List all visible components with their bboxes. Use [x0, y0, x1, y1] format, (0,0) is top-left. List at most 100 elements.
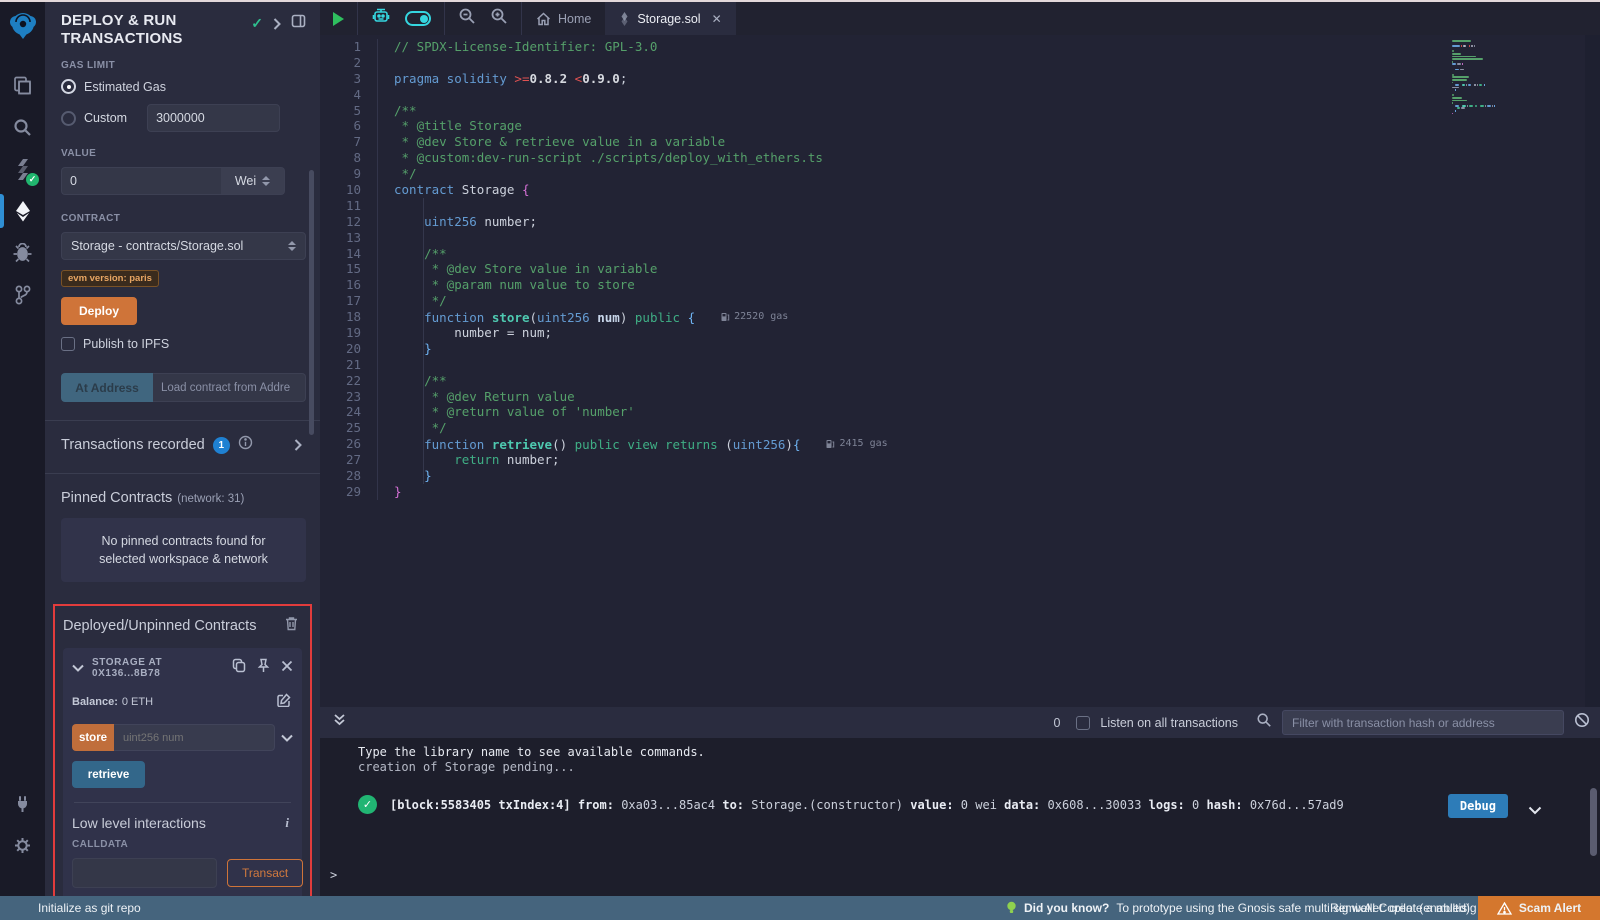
deploy-run-panel: DEPLOY & RUN TRANSACTIONS ✓ GAS LIMIT Es… — [45, 2, 320, 896]
code-line: 6 * @title Storage — [320, 118, 888, 134]
line-number: 13 — [320, 230, 377, 246]
line-number: 27 — [320, 452, 377, 468]
line-number: 6 — [320, 118, 377, 134]
deploy-and-run-icon[interactable] — [0, 190, 45, 232]
code-line: 21 — [320, 357, 888, 373]
value-input[interactable] — [61, 167, 221, 195]
close-instance-icon[interactable] — [281, 659, 293, 677]
debug-button[interactable]: Debug — [1448, 794, 1508, 818]
deploy-button[interactable]: Deploy — [61, 297, 137, 325]
store-arg-input[interactable] — [114, 724, 275, 751]
line-number: 9 — [320, 166, 377, 182]
listen-all-checkbox[interactable] — [1076, 716, 1090, 730]
copilot-toggle[interactable] — [405, 11, 431, 26]
remix-logo-icon[interactable] — [0, 2, 45, 50]
zoom-in-icon[interactable] — [490, 7, 508, 30]
code-line: 4 — [320, 87, 888, 103]
code-line: 9 */ — [320, 166, 888, 182]
divider — [45, 473, 320, 474]
scam-alert-button[interactable]: Scam Alert — [1478, 896, 1600, 920]
publish-ipfs-checkbox[interactable] — [61, 337, 75, 351]
calldata-label: CALLDATA — [72, 839, 293, 850]
estimated-gas-radio[interactable]: Estimated Gas — [61, 79, 306, 94]
indent-guide — [423, 198, 424, 484]
panel-check-icon: ✓ — [251, 15, 263, 32]
edit-balance-icon[interactable] — [277, 693, 291, 710]
tab-home[interactable]: Home — [522, 2, 605, 35]
panel-expand-icon[interactable] — [273, 18, 281, 30]
line-number: 20 — [320, 341, 377, 357]
balance-value: 0 ETH — [122, 696, 153, 708]
terminal-search-icon[interactable] — [1256, 712, 1272, 733]
code-line: 1// SPDX-License-Identifier: GPL-3.0 — [320, 39, 888, 55]
chevron-right-icon[interactable] — [294, 439, 302, 451]
panel-scrollbar[interactable] — [309, 170, 314, 435]
trash-icon[interactable] — [285, 616, 298, 636]
at-address-input[interactable]: Load contract from Addre — [153, 373, 306, 402]
git-init-button[interactable]: Initialize as git repo — [0, 901, 141, 915]
transact-button[interactable]: Transact — [227, 859, 303, 887]
expand-args-icon[interactable] — [281, 734, 293, 742]
divider — [45, 420, 320, 421]
code-line: 13 — [320, 230, 888, 246]
balance-label: Balance: — [72, 696, 118, 708]
publish-ipfs-row[interactable]: Publish to IPFS — [61, 337, 306, 351]
zoom-out-icon[interactable] — [458, 7, 476, 30]
search-icon[interactable] — [0, 106, 45, 148]
solidity-file-icon — [619, 12, 630, 26]
transaction-log-row[interactable]: ✓ [block:5583405 txIndex:4] from: 0xa03.… — [358, 795, 1540, 814]
line-number: 19 — [320, 325, 377, 341]
code-editor[interactable]: 1// SPDX-License-Identifier: GPL-3.023pr… — [320, 35, 1600, 707]
copy-address-icon[interactable] — [232, 658, 246, 678]
value-unit-select[interactable]: Wei — [221, 167, 285, 195]
retrieve-function-button[interactable]: retrieve — [72, 761, 145, 788]
custom-gas-input[interactable] — [147, 104, 280, 132]
line-number: 22 — [320, 373, 377, 389]
filter-transactions-input[interactable] — [1282, 710, 1564, 735]
pin-panel-icon[interactable] — [291, 14, 306, 33]
pin-instance-icon[interactable] — [257, 658, 270, 678]
activity-bar: ✓ — [0, 2, 45, 896]
terminal-prompt[interactable]: > — [330, 868, 337, 882]
line-number: 7 — [320, 134, 377, 150]
settings-gear-icon[interactable] — [0, 824, 45, 866]
tab-storage-sol[interactable]: Storage.sol ✕ — [605, 2, 735, 35]
debugger-icon[interactable] — [0, 232, 45, 274]
contract-select[interactable]: Storage - contracts/Storage.sol — [61, 232, 306, 260]
radio-selected[interactable] — [61, 79, 76, 94]
plugin-manager-icon[interactable] — [0, 782, 45, 824]
line-number: 24 — [320, 404, 377, 420]
file-explorer-icon[interactable] — [0, 64, 45, 106]
ai-copilot-robot-icon[interactable] — [371, 6, 391, 31]
run-script-icon[interactable] — [333, 12, 344, 26]
minimap[interactable] — [1452, 40, 1514, 115]
at-address-button[interactable]: At Address — [61, 373, 153, 402]
calldata-input[interactable] — [72, 858, 217, 888]
terminal-header: 0 Listen on all transactions — [320, 707, 1600, 738]
custom-gas-radio[interactable] — [61, 111, 76, 126]
code-line: 24 * @return value of 'number' — [320, 404, 888, 420]
status-bar: Initialize as git repo Did you know? To … — [0, 896, 1600, 920]
code-line: 17 */ — [320, 293, 888, 309]
git-icon[interactable] — [0, 274, 45, 316]
tx-summary: [block:5583405 txIndex:4] from: 0xa03...… — [390, 798, 1344, 812]
expand-tx-icon[interactable] — [1528, 800, 1542, 819]
pinned-network-label: (network: 31) — [177, 493, 244, 505]
terminal-scrollbar[interactable] — [1590, 788, 1597, 856]
terminal[interactable]: Type the library name to see available c… — [320, 738, 1600, 896]
transactions-count-badge: 1 — [213, 437, 230, 454]
solidity-compiler-icon[interactable]: ✓ — [0, 148, 45, 190]
code-line: 28 } — [320, 468, 888, 484]
panel-title: DEPLOY & RUN TRANSACTIONS — [61, 12, 183, 48]
chevron-down-icon[interactable] — [72, 664, 84, 672]
transactions-recorded-row[interactable]: Transactions recorded 1 — [61, 435, 306, 455]
line-number: 12 — [320, 214, 377, 230]
store-function-button[interactable]: store — [72, 724, 114, 751]
collapse-terminal-icon[interactable] — [333, 713, 346, 732]
low-level-info-icon[interactable]: i — [285, 815, 289, 831]
line-number: 21 — [320, 357, 377, 373]
copilot-status[interactable]: RemixAI Copilot (enabled) — [1330, 901, 1470, 915]
close-tab-icon[interactable]: ✕ — [712, 12, 722, 26]
clear-filter-icon[interactable] — [1574, 712, 1590, 733]
info-icon[interactable] — [238, 435, 253, 455]
